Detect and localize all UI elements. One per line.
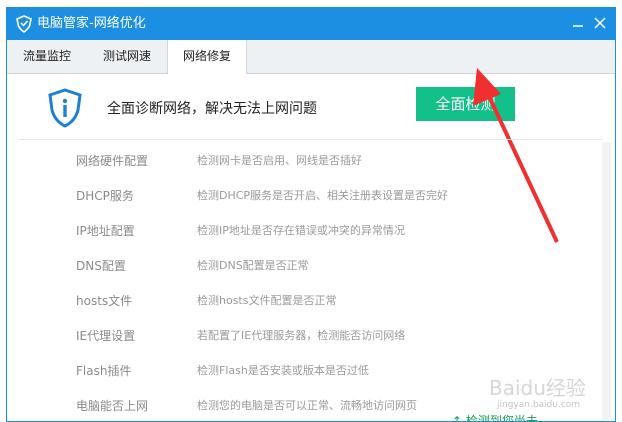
tab-traffic-monitor[interactable]: 流量监控 (7, 40, 87, 73)
baidu-watermark: Baidu经验 jingyan.baidu.com (485, 372, 615, 420)
item-name: DNS配置 (76, 259, 126, 273)
item-desc: 检测DHCP服务是否开启、相关注册表设置是否完好 (197, 189, 449, 202)
watermark-brand: Baidu经验 (489, 376, 586, 400)
item-name: IP地址配置 (76, 224, 135, 238)
item-desc: 若配置了IE代理服务器，检测能否访问网络 (197, 329, 406, 342)
close-icon[interactable] (591, 14, 609, 32)
list-item: IE代理设置 若配置了IE代理服务器，检测能否访问网络 (7, 317, 615, 352)
item-name: 网络硬件配置 (76, 154, 149, 168)
item-name: 电脑能否上网 (76, 399, 149, 413)
item-name: hosts文件 (76, 294, 133, 308)
item-desc: 检测您的电脑是否可以正常、流畅地访问网页 (197, 399, 417, 412)
list-item: hosts文件 检测hosts文件配置是否正常 (7, 282, 615, 317)
shield-info-icon (48, 88, 82, 128)
list-item: 网络硬件配置 检测网卡是否启用、网线是否插好 (7, 142, 615, 177)
item-name: Flash插件 (76, 364, 132, 378)
item-name: IE代理设置 (76, 329, 136, 343)
item-desc: 检测DNS配置是否正常 (197, 259, 309, 272)
item-desc: 检测IP地址是否存在错误或冲突的异常情况 (197, 224, 405, 237)
item-desc: 检测网卡是否启用、网线是否插好 (197, 154, 362, 167)
window-title: 电脑管家-网络优化 (37, 16, 146, 31)
divider (19, 139, 603, 140)
app-window: 电脑管家-网络优化 流量监控 测试网速 网络修复 全面诊断网络，解决无法上网问题… (6, 7, 616, 422)
list-item: IP地址配置 检测IP地址是否存在错误或冲突的异常情况 (7, 212, 615, 247)
list-item: DNS配置 检测DNS配置是否正常 (7, 247, 615, 282)
watermark-url: jingyan.baidu.com (497, 400, 581, 410)
item-name: DHCP服务 (76, 189, 134, 203)
shield-logo-icon (16, 15, 32, 33)
tab-network-repair[interactable]: 网络修复 (167, 40, 247, 74)
title-bar[interactable]: 电脑管家-网络优化 (7, 8, 615, 40)
item-desc: 检测hosts文件配置是否正常 (197, 294, 337, 307)
item-desc: 检测Flash是否安装或版本是否过低 (197, 364, 369, 377)
minimize-icon[interactable] (569, 14, 587, 32)
hero-description: 全面诊断网络，解决无法上网问题 (107, 101, 317, 117)
list-item: DHCP服务 检测DHCP服务是否开启、相关注册表设置是否完好 (7, 177, 615, 212)
tab-speed-test[interactable]: 测试网速 (87, 40, 167, 73)
